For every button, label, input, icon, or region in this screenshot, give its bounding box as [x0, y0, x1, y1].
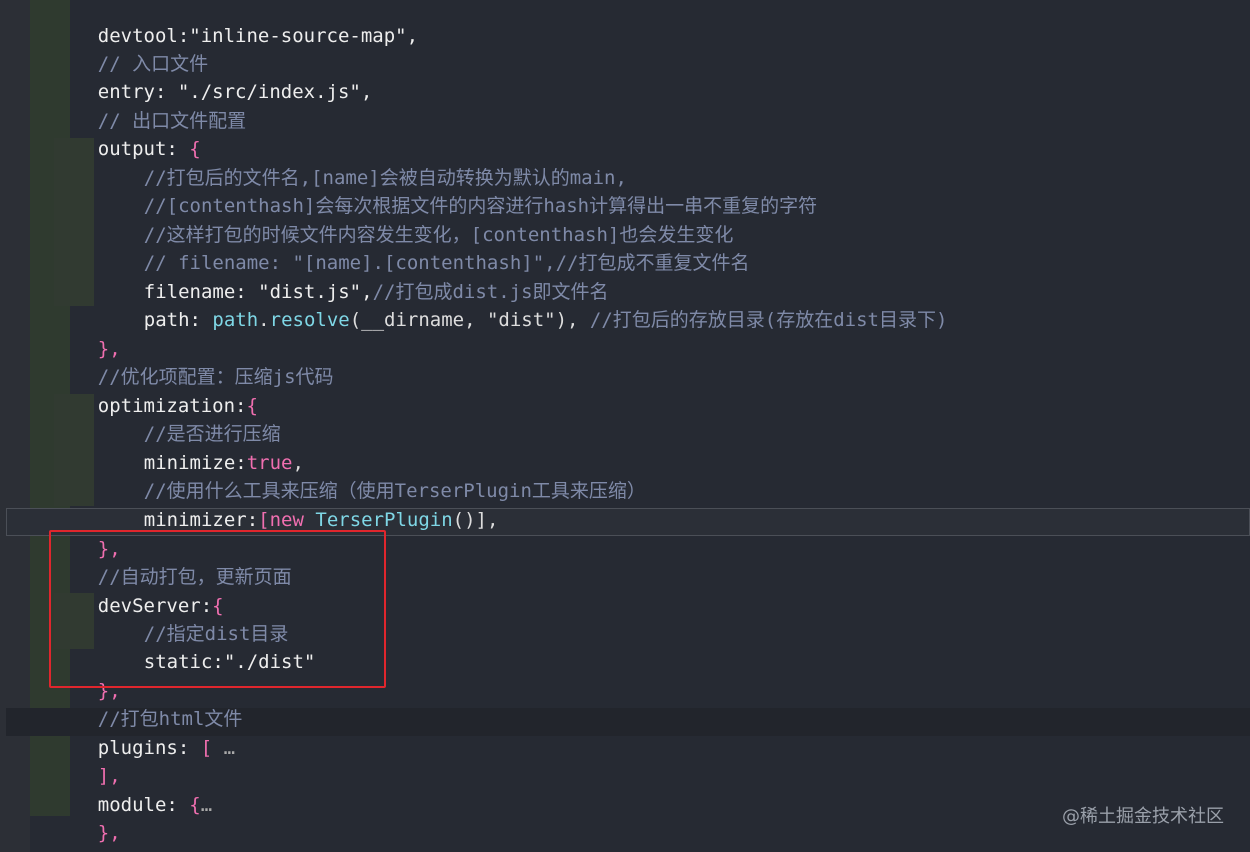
code-token: {: [177, 794, 201, 816]
code-token: [: [189, 737, 213, 759]
watermark: @稀土掘金技术社区: [1062, 806, 1224, 827]
code-line-module[interactable]: module: {…: [52, 763, 212, 816]
code-token: TerserPlugin: [303, 509, 453, 531]
code-line-comment[interactable]: //使用什么工具来压缩（使用TerserPlugin工具来压缩）: [98, 449, 646, 502]
code-line-close[interactable]: },: [52, 791, 121, 844]
code-line-minimizer[interactable]: minimizer:[new TerserPlugin()],: [98, 478, 499, 531]
code-line-devtool[interactable]: devtool:"inline-source-map",: [52, 0, 418, 47]
annotation-highlight-box: [49, 530, 386, 688]
code-token: (__dirname, "dist"),: [349, 309, 579, 331]
code-editor[interactable]: devtool:"inline-source-map", // 入口文件 ent…: [0, 0, 1250, 852]
fold-ellipsis-icon[interactable]: …: [212, 737, 235, 759]
code-line-comment[interactable]: // 出口文件配置: [52, 79, 246, 132]
code-line-minimize[interactable]: minimize:true,: [98, 421, 304, 474]
code-line-outer-close[interactable]: }: [8, 820, 65, 852]
code-token: new: [269, 509, 304, 531]
code-line-comment[interactable]: //是否进行压缩: [98, 392, 281, 445]
code-line-comment[interactable]: //优化项配置：压缩js代码: [52, 335, 334, 388]
code-token: "inline-source-map",: [189, 25, 419, 47]
code-line-close[interactable]: ],: [52, 734, 121, 787]
code-line-optimization[interactable]: optimization:{: [52, 364, 258, 417]
code-line-plugins[interactable]: plugins: [ …: [52, 706, 235, 759]
code-token: path:: [143, 309, 201, 331]
code-line-output[interactable]: output: {: [52, 107, 201, 160]
code-token: },: [97, 822, 121, 844]
code-line-filename[interactable]: filename: "dist.js",//打包成dist.js即文件名: [98, 250, 609, 303]
code-line-comment[interactable]: //打包后的文件名,[name]会被自动转换为默认的main,: [98, 136, 627, 189]
code-token: .: [258, 309, 270, 331]
code-line-comment[interactable]: //这样打包的时候文件内容发生变化，[contenthash]也会发生变化: [98, 193, 734, 246]
code-token: minimizer:: [143, 509, 259, 531]
code-token: resolve: [269, 309, 350, 331]
code-comment: //打包后的存放目录(存放在dist目录下): [578, 309, 948, 331]
code-token: [: [258, 509, 270, 531]
code-line-comment[interactable]: // 入口文件: [52, 22, 208, 75]
code-token: path: [200, 309, 259, 331]
code-line-comment[interactable]: //[contenthash]会每次根据文件的内容进行hash计算得出一串不重复…: [98, 164, 817, 217]
code-line-entry[interactable]: entry: "./src/index.js",: [52, 50, 373, 103]
code-line-comment[interactable]: // filename: "[name].[contenthash]",//打包…: [98, 221, 750, 274]
code-line-path[interactable]: path: path.resolve(__dirname, "dist"), /…: [98, 278, 948, 331]
code-token: ()],: [452, 509, 499, 531]
code-line-close[interactable]: },: [52, 307, 121, 360]
fold-ellipsis-icon[interactable]: …: [201, 794, 212, 816]
